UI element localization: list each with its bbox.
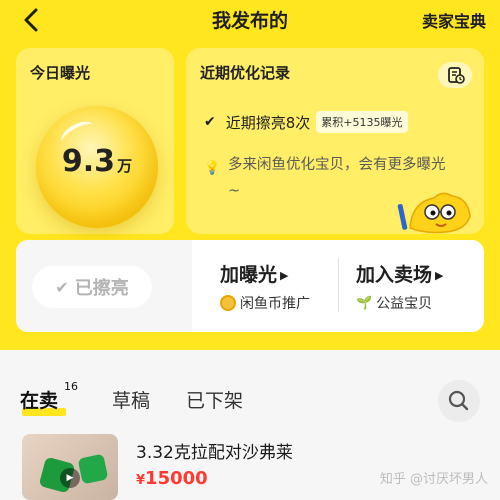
plant-icon: 🌱 <box>356 295 373 311</box>
add-exposure-option[interactable]: 加曝光 ▶ 闲鱼币推广 <box>220 260 310 313</box>
join-market-sub-text: 公益宝贝 <box>376 296 433 312</box>
exposure-unit: 万 <box>117 157 133 175</box>
join-market-option[interactable]: 加入卖场 ▶ 🌱 公益宝贝 <box>356 260 443 313</box>
tab-drafts[interactable]: 草稿 <box>112 386 150 413</box>
seller-guide-link[interactable]: 卖家宝典 <box>422 8 486 32</box>
record-icon[interactable] <box>438 62 472 88</box>
polished-label: 已擦亮 <box>74 278 129 299</box>
item-price: ¥15000 <box>136 468 208 489</box>
optimize-record-card[interactable]: 近期优化记录 ✔ 近期擦亮8次 累积+5135曝光 💡 多来闲鱼优化宝贝，会有更… <box>186 48 484 234</box>
tab-delisted[interactable]: 已下架 <box>186 386 243 413</box>
item-thumbnail[interactable]: ▶ <box>22 434 118 500</box>
mascot-icon <box>397 192 471 234</box>
join-market-sub: 🌱 公益宝贝 <box>356 293 443 313</box>
add-exposure-sub: 闲鱼币推广 <box>220 293 310 313</box>
arrow-right-icon: ▶ <box>435 269 444 282</box>
join-market-title-text: 加入卖场 <box>356 264 433 286</box>
currency-symbol: ¥ <box>136 473 146 488</box>
check-icon: ✔ <box>204 114 216 130</box>
add-exposure-sub-text: 闲鱼币推广 <box>240 296 310 312</box>
record-row: ✔ 近期擦亮8次 累积+5135曝光 <box>204 110 408 134</box>
coin-icon <box>220 295 236 311</box>
join-market-title: 加入卖场 ▶ <box>356 260 443 287</box>
exposure-number: 9.3 <box>61 144 116 179</box>
polished-button[interactable]: ✔ 已擦亮 <box>32 266 152 308</box>
today-exposure-label: 今日曝光 <box>30 64 91 82</box>
search-icon[interactable] <box>438 380 480 422</box>
optimize-record-title: 近期优化记录 <box>200 64 291 82</box>
divider <box>338 258 339 312</box>
tab-on-sale-count: 16 <box>64 380 78 393</box>
action-panel: ✔ 已擦亮 加曝光 ▶ 闲鱼币推广 加入卖场 ▶ 🌱 公益宝贝 <box>16 240 484 332</box>
list-item[interactable]: ▶ 3.32克拉配对沙弗莱 ¥15000 <box>0 430 500 500</box>
check-icon: ✔ <box>55 277 69 297</box>
add-exposure-title: 加曝光 ▶ <box>220 260 310 287</box>
bulb-icon: 💡 <box>204 161 221 176</box>
tab-bar: 在卖 16 草稿 已下架 <box>0 350 500 422</box>
record-text: 近期擦亮8次 <box>225 113 311 132</box>
tab-on-sale-label: 在卖 <box>20 390 59 412</box>
polish-area: ✔ 已擦亮 <box>16 240 192 332</box>
header: 我发布的 卖家宝典 <box>0 0 500 40</box>
today-exposure-card[interactable]: 今日曝光 9.3 万 <box>16 48 174 234</box>
arrow-right-icon: ▶ <box>280 269 289 282</box>
play-icon: ▶ <box>60 468 80 488</box>
tab-on-sale[interactable]: 在卖 16 <box>20 380 78 413</box>
item-title: 3.32克拉配对沙弗莱 <box>136 443 293 463</box>
exposure-value: 9.3 万 <box>36 144 158 179</box>
exposure-orb: 9.3 万 <box>36 106 158 228</box>
price-value: 15000 <box>145 468 208 489</box>
gem-image <box>77 453 109 485</box>
watermark: 知乎 @讨厌坏男人 <box>379 472 488 487</box>
add-exposure-title-text: 加曝光 <box>220 264 278 286</box>
record-badge: 累积+5135曝光 <box>316 111 408 133</box>
